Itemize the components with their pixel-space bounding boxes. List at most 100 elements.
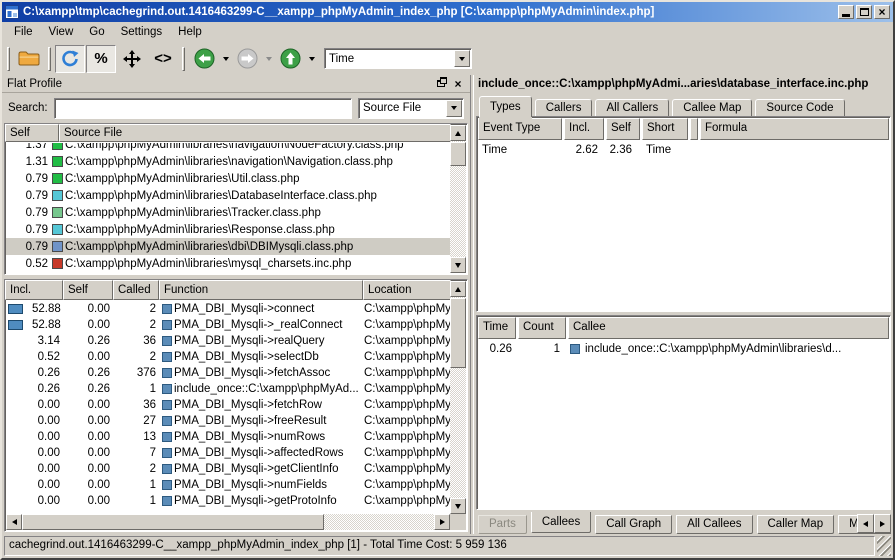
callees-table-header: Time Count Callee — [477, 316, 890, 340]
column-header-time[interactable]: Time — [478, 317, 516, 339]
tab-all-callers[interactable]: All Callers — [595, 99, 669, 116]
column-header-count[interactable]: Count — [518, 317, 566, 339]
maximize-button[interactable] — [856, 5, 872, 19]
menu-file[interactable]: File — [6, 24, 41, 40]
source-file-row[interactable]: 0.52 C:\xampp\phpMyAdmin\libraries\mysql… — [6, 255, 450, 272]
shorten-templates-button[interactable]: <> — [148, 45, 178, 73]
back-button[interactable] — [189, 45, 219, 73]
window-title: C:\xampp\tmp\cachegrind.out.1416463299-C… — [23, 6, 834, 18]
forward-button[interactable] — [232, 45, 262, 73]
function-row[interactable]: 0.00 0.00 27 PMA_DBI_Mysqli->freeResult … — [6, 413, 450, 429]
function-row[interactable]: 52.88 0.00 2 PMA_DBI_Mysqli->_realConnec… — [6, 317, 450, 333]
column-header-incl[interactable]: Incl. — [5, 280, 63, 300]
scroll-down-button[interactable] — [450, 257, 466, 273]
column-header-self[interactable]: Self — [5, 124, 59, 142]
source-file-row[interactable]: 1.31 C:\xampp\phpMyAdmin\libraries\navig… — [6, 153, 450, 170]
column-header-called[interactable]: Called — [113, 280, 159, 300]
grouping-combo[interactable]: Source File — [358, 98, 464, 119]
tab-source-code[interactable]: Source Code — [755, 99, 844, 116]
called-count: 2 — [114, 303, 160, 315]
column-header-self[interactable]: Self — [63, 280, 113, 300]
source-file-row[interactable]: 1.37 C:\xampp\phpMyAdmin\libraries\navig… — [6, 143, 450, 153]
scrollbar-thumb[interactable] — [450, 142, 466, 166]
column-header-incl[interactable]: Incl. — [564, 118, 604, 140]
relative-percent-button[interactable]: % — [86, 45, 116, 73]
column-header-short[interactable]: Short — [642, 118, 688, 140]
vertical-scrollbar[interactable] — [450, 125, 466, 273]
function-row[interactable]: 0.00 0.00 13 PMA_DBI_Mysqli->numRows C:\… — [6, 429, 450, 445]
back-arrow-icon — [194, 48, 215, 69]
callee-row[interactable]: 0.26 1 include_once::C:\xampp\phpMyAdmin… — [477, 340, 890, 358]
source-file-row[interactable]: 0.79 C:\xampp\phpMyAdmin\libraries\Datab… — [6, 187, 450, 204]
menu-view[interactable]: View — [41, 24, 82, 40]
tab-all-callees[interactable]: All Callees — [676, 515, 752, 534]
open-file-button[interactable] — [14, 45, 44, 73]
toolbar-handle-2[interactable] — [48, 47, 51, 71]
tab-types[interactable]: Types — [479, 96, 532, 117]
function-row[interactable]: 0.00 0.00 1 PMA_DBI_Mysqli->numFields C:… — [6, 477, 450, 493]
column-header-location[interactable]: Location — [363, 280, 451, 300]
tab-scroll-right-button[interactable] — [874, 514, 891, 533]
scroll-up-button[interactable] — [450, 281, 466, 297]
function-row[interactable]: 3.14 0.26 36 PMA_DBI_Mysqli->realQuery C… — [6, 333, 450, 349]
column-header-self[interactable]: Self — [606, 118, 640, 140]
function-row[interactable]: 0.00 0.00 2 PMA_DBI_Mysqli->getClientInf… — [6, 461, 450, 477]
vertical-scrollbar[interactable] — [450, 281, 466, 514]
function-row[interactable]: 0.26 0.26 1 include_once::C:\xampp\phpMy… — [6, 381, 450, 397]
column-header-event-type[interactable]: Event Type — [478, 118, 562, 140]
tab-callees[interactable]: Callees — [531, 512, 591, 533]
search-input[interactable] — [54, 98, 352, 119]
function-row[interactable]: 0.26 0.26 376 PMA_DBI_Mysqli->fetchAssoc… — [6, 365, 450, 381]
title-bar[interactable]: C:\xampp\tmp\cachegrind.out.1416463299-C… — [2, 2, 893, 22]
scroll-down-button[interactable] — [450, 498, 466, 514]
menu-go[interactable]: Go — [81, 24, 112, 40]
function-row[interactable]: 0.00 0.00 7 PMA_DBI_Mysqli->affectedRows… — [6, 445, 450, 461]
column-header-formula[interactable]: Formula — [700, 118, 889, 140]
scroll-right-button[interactable] — [434, 514, 450, 530]
combo-dropdown-button[interactable] — [454, 50, 470, 67]
scroll-left-button[interactable] — [6, 514, 22, 530]
tab-parts[interactable]: Parts — [478, 515, 527, 534]
scroll-up-button[interactable] — [450, 125, 466, 141]
menu-settings[interactable]: Settings — [113, 24, 171, 40]
horizontal-scrollbar[interactable] — [6, 514, 450, 530]
tab-scroll-left-button[interactable] — [857, 514, 874, 533]
tab-callee-map[interactable]: Callee Map — [672, 99, 752, 116]
scrollbar-thumb[interactable] — [450, 298, 466, 368]
tab-call-graph[interactable]: Call Graph — [595, 515, 672, 534]
float-dock-button[interactable] — [434, 77, 448, 90]
function-row[interactable]: 52.88 0.00 2 PMA_DBI_Mysqli->connect C:\… — [6, 301, 450, 317]
detect-cycles-button[interactable] — [55, 45, 85, 73]
toolbar-handle[interactable] — [7, 47, 10, 71]
event-type-row[interactable]: Time 2.62 2.36 Time — [477, 141, 890, 159]
close-button[interactable]: × — [874, 5, 890, 19]
minimize-button[interactable] — [838, 5, 854, 19]
column-header-function[interactable]: Function — [159, 280, 363, 300]
source-file-row[interactable]: 0.79 C:\xampp\phpMyAdmin\libraries\Util.… — [6, 170, 450, 187]
tab-caller-map[interactable]: Caller Map — [757, 515, 835, 534]
move-arrows-button[interactable] — [117, 45, 147, 73]
function-row[interactable]: 0.52 0.00 2 PMA_DBI_Mysqli->selectDb C:\… — [6, 349, 450, 365]
source-file-row[interactable]: 0.79 C:\xampp\phpMyAdmin\libraries\Track… — [6, 204, 450, 221]
tab-callers[interactable]: Callers — [535, 99, 593, 116]
up-button[interactable] — [275, 45, 305, 73]
source-file-row-selected[interactable]: 0.79 C:\xampp\phpMyAdmin\libraries\dbi\D… — [6, 238, 450, 255]
menu-help[interactable]: Help — [170, 24, 210, 40]
function-row[interactable]: 0.00 0.00 1 PMA_DBI_Mysqli->getProtoInfo… — [6, 493, 450, 509]
forward-dropdown-button[interactable] — [263, 45, 274, 73]
back-dropdown-button[interactable] — [220, 45, 231, 73]
up-dropdown-button[interactable] — [306, 45, 317, 73]
scrollbar-thumb[interactable] — [22, 514, 324, 530]
source-path: C:\xampp\phpMyAdmin\libraries\mysql_char… — [65, 258, 351, 270]
combo-dropdown-button[interactable] — [446, 100, 462, 117]
toolbar-handle-3[interactable] — [182, 47, 185, 71]
column-header-callee[interactable]: Callee — [568, 317, 889, 339]
source-file-row[interactable]: 0.52 C:\xampp\phpMyAdmin\libraries\user_… — [6, 272, 450, 273]
close-dock-button[interactable]: × — [451, 77, 465, 90]
source-file-row[interactable]: 0.79 C:\xampp\phpMyAdmin\libraries\Respo… — [6, 221, 450, 238]
function-row[interactable]: 0.00 0.00 36 PMA_DBI_Mysqli->fetchRow C:… — [6, 397, 450, 413]
event-type-combo[interactable]: Time — [324, 48, 472, 69]
self-cost: 0.00 — [64, 479, 114, 491]
column-header-source-file[interactable]: Source File — [59, 124, 451, 142]
resize-grip[interactable] — [877, 536, 891, 556]
